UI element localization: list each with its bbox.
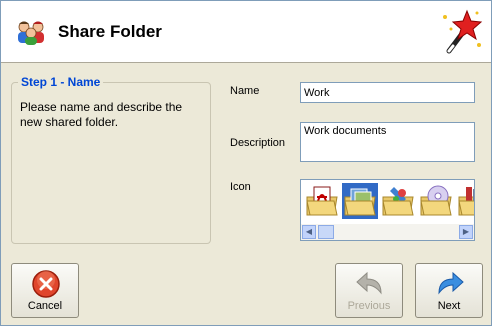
arrow-back-icon: [356, 271, 382, 295]
description-field[interactable]: Work documents: [300, 122, 475, 162]
icon-picker-scrollbar[interactable]: ◀ ▶: [301, 224, 474, 240]
users-share-icon: [18, 21, 44, 45]
folder-tools-icon[interactable]: [456, 183, 475, 219]
next-label: Next: [437, 300, 461, 312]
icon-picker[interactable]: ◀ ▶: [300, 179, 475, 241]
magic-wand-icon: [443, 9, 483, 54]
scroll-left-icon[interactable]: ◀: [302, 225, 316, 239]
name-field[interactable]: [300, 82, 475, 103]
scrollbar-thumb[interactable]: [318, 225, 334, 239]
dialog-header: Share Folder: [1, 1, 491, 63]
cancel-button[interactable]: Cancel: [11, 263, 79, 318]
name-label: Name: [230, 85, 260, 97]
folder-paint-icon[interactable]: [380, 183, 416, 219]
cancel-label: Cancel: [27, 300, 63, 312]
share-folder-dialog: Share Folder Step 1 - Name Please name a…: [0, 0, 492, 326]
scroll-right-icon[interactable]: ▶: [459, 225, 473, 239]
previous-label: Previous: [347, 300, 391, 312]
folder-acrobat-icon[interactable]: [304, 183, 340, 219]
description-label: Description: [230, 137, 286, 149]
previous-button[interactable]: Previous: [335, 263, 403, 318]
folder-disc-icon[interactable]: [418, 183, 454, 219]
cancel-icon: [32, 270, 60, 298]
dialog-title: Share Folder: [58, 22, 162, 41]
step-panel: Step 1 - Name Please name and describe t…: [11, 75, 211, 244]
step-title: Step 1 - Name: [18, 75, 104, 89]
icon-label: Icon: [230, 181, 251, 193]
step-description: Please name and describe the new shared …: [20, 100, 183, 129]
next-button[interactable]: Next: [415, 263, 483, 318]
arrow-forward-icon: [438, 271, 464, 295]
folder-photos-icon[interactable]: [342, 183, 378, 219]
